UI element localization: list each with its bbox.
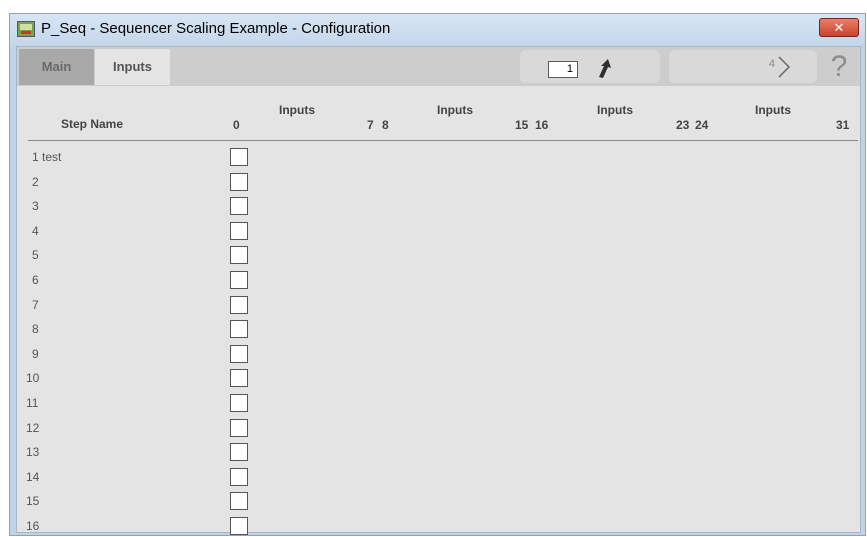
step-number: 1 — [32, 150, 39, 164]
page-number-input[interactable]: 1 — [548, 61, 578, 78]
step-row-label: 8 — [32, 322, 39, 336]
step-number: 14 — [26, 470, 40, 484]
step-row-label: 6 — [32, 273, 39, 287]
input-0-checkbox[interactable] — [230, 197, 248, 215]
step-row-label: 4 — [32, 224, 39, 238]
window-title: P_Seq - Sequencer Scaling Example - Conf… — [41, 20, 391, 37]
step-number: 13 — [26, 445, 40, 459]
input-0-checkbox[interactable] — [230, 320, 248, 338]
title-bar[interactable]: P_Seq - Sequencer Scaling Example - Conf… — [10, 14, 865, 46]
input-0-checkbox[interactable] — [230, 369, 248, 387]
step-number: 16 — [26, 519, 40, 533]
step-number: 8 — [32, 322, 39, 336]
header-divider — [28, 140, 858, 141]
inputs-group-3-end: 23 — [676, 118, 690, 132]
tab-inputs[interactable]: Inputs — [95, 49, 170, 85]
help-icon[interactable]: ? — [824, 49, 854, 85]
input-0-checkbox[interactable] — [230, 443, 248, 461]
inputs-group-2-end: 15 — [515, 118, 529, 132]
step-number: 7 — [32, 298, 39, 312]
content-panel: Main Inputs 1 4 ? Step Name Inputs 0 7 I… — [16, 46, 861, 535]
step-number: 15 — [26, 494, 40, 508]
input-0-checkbox[interactable] — [230, 148, 248, 166]
inputs-group-1-end: 7 — [367, 118, 374, 132]
step-name-header: Step Name — [61, 117, 124, 131]
page-jump-group — [520, 50, 660, 83]
inputs-group-4-end: 31 — [836, 118, 850, 132]
step-number: 5 — [32, 248, 39, 262]
step-row-label: 15 — [26, 494, 39, 508]
app-icon — [17, 21, 35, 37]
step-name[interactable]: test — [42, 150, 61, 164]
step-row-label: 3 — [32, 199, 39, 213]
input-0-checkbox[interactable] — [230, 492, 248, 510]
input-0-checkbox[interactable] — [230, 173, 248, 191]
input-0-checkbox[interactable] — [230, 419, 248, 437]
step-row-label: 14 — [26, 470, 39, 484]
step-number: 3 — [32, 199, 39, 213]
step-number: 11 — [26, 396, 39, 410]
page-count: 4 — [768, 58, 775, 70]
input-0-checkbox[interactable] — [230, 517, 248, 535]
step-number: 2 — [32, 175, 39, 189]
step-row-label: 7 — [32, 298, 39, 312]
inputs-group-4-title: Inputs — [755, 103, 791, 117]
step-row-label: 9 — [32, 347, 39, 361]
inputs-group-1-start: 0 — [233, 118, 240, 132]
next-page-chevron-icon[interactable] — [777, 55, 791, 79]
toolbar: Main Inputs 1 4 ? — [17, 47, 860, 86]
go-up-arrow-icon[interactable] — [595, 57, 615, 79]
step-row-label: 10 — [26, 371, 39, 385]
step-row-label: 11 — [26, 396, 38, 410]
inputs-group-2-title: Inputs — [437, 103, 473, 117]
step-row-label: 2 — [32, 175, 39, 189]
step-number: 4 — [32, 224, 39, 238]
inputs-group-3-title: Inputs — [597, 103, 633, 117]
step-row-label: 5 — [32, 248, 39, 262]
input-0-checkbox[interactable] — [230, 271, 248, 289]
page-nav-group — [669, 50, 817, 83]
inputs-group-1-title: Inputs — [279, 103, 315, 117]
step-row-label: 12 — [26, 421, 39, 435]
step-row-label: 1 test — [32, 150, 61, 164]
tab-main[interactable]: Main — [19, 49, 94, 85]
step-number: 6 — [32, 273, 39, 287]
step-number: 9 — [32, 347, 39, 361]
step-row-label: 13 — [26, 445, 39, 459]
input-0-checkbox[interactable] — [230, 394, 248, 412]
input-0-checkbox[interactable] — [230, 246, 248, 264]
input-0-checkbox[interactable] — [230, 468, 248, 486]
inputs-group-4-start: 24 — [695, 118, 709, 132]
configuration-window: P_Seq - Sequencer Scaling Example - Conf… — [9, 13, 866, 536]
inputs-group-2-start: 8 — [382, 118, 389, 132]
step-number: 10 — [26, 371, 40, 385]
close-button[interactable]: ✕ — [819, 18, 859, 37]
inputs-group-3-start: 16 — [535, 118, 549, 132]
input-0-checkbox[interactable] — [230, 345, 248, 363]
input-0-checkbox[interactable] — [230, 222, 248, 240]
step-row-label: 16 — [26, 519, 39, 533]
input-0-checkbox[interactable] — [230, 296, 248, 314]
step-number: 12 — [26, 421, 40, 435]
